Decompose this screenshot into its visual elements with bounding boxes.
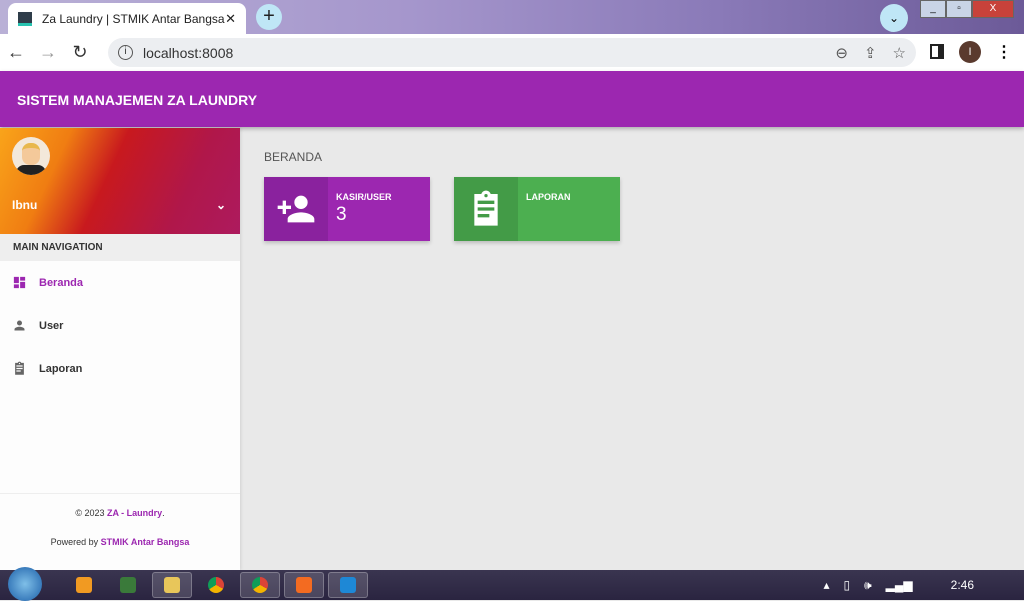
person-icon (14, 320, 25, 331)
url-text: localhost:8008 (143, 44, 234, 61)
company-link[interactable]: STMIK Antar Bangsa (101, 537, 190, 547)
minimize-button[interactable]: _ (920, 0, 946, 18)
dashboard-icon (13, 276, 26, 289)
person-add-icon (264, 177, 328, 241)
favicon-icon (18, 11, 32, 26)
forward-button[interactable]: → (32, 42, 64, 63)
side-panel-icon[interactable] (930, 44, 944, 59)
powered-text: Powered by (50, 537, 101, 547)
tray-expand-icon[interactable]: ▴ (823, 578, 829, 592)
system-tray: ▴ ▯ 🕪 ▂▄▆ 2:46 (823, 578, 974, 593)
user-avatar (12, 137, 50, 175)
vscode-icon[interactable] (328, 572, 368, 598)
dot: . (162, 508, 165, 518)
volume-icon[interactable]: 🕪 (864, 578, 872, 593)
power-icon[interactable]: ▯ (844, 578, 851, 592)
start-button[interactable] (8, 567, 42, 601)
browser-toolbar: ← → ↻ i localhost:8008 ⊖ ⇪ ☆ I ⋮ (0, 34, 1024, 71)
clock[interactable]: 2:46 (951, 578, 974, 592)
tab-title: Za Laundry | STMIK Antar Bangsa (42, 11, 225, 26)
sidebar-item-beranda[interactable]: Beranda (0, 261, 240, 304)
file-explorer-icon[interactable] (152, 572, 192, 598)
main-content: BERANDA KASIR/USER 3 LAPORAN (264, 150, 620, 241)
page-title: BERANDA (264, 150, 323, 164)
zoom-icon[interactable]: ⊖ (835, 44, 848, 62)
browser-tab-strip: Za Laundry | STMIK Antar Bangsa ✕ + ⌄ _ ▫ X (0, 0, 1024, 34)
sidebar-item-label: Beranda (39, 276, 84, 289)
xampp-icon[interactable] (284, 572, 324, 598)
info-box-value: 3 (336, 204, 347, 225)
close-tab-icon[interactable]: ✕ (225, 11, 236, 27)
app-title[interactable]: SISTEM MANAJEMEN ZA LAUNDRY (17, 92, 257, 108)
chrome-icon[interactable] (196, 572, 236, 598)
info-box-laporan[interactable]: LAPORAN (454, 177, 620, 241)
sidebar-item-label: Laporan (39, 362, 83, 375)
chrome-active-icon[interactable] (240, 572, 280, 598)
reload-button[interactable]: ↻ (64, 42, 96, 63)
back-button[interactable]: ← (0, 42, 32, 63)
user-name: Ibnu (12, 198, 38, 212)
app-header: SISTEM MANAJEMEN ZA LAUNDRY (0, 71, 1024, 127)
sidebar-item-label: User (39, 319, 64, 332)
address-bar[interactable]: i localhost:8008 ⊖ ⇪ ☆ (108, 38, 916, 67)
remote-desktop-icon[interactable] (108, 572, 148, 598)
info-box-kasir-user[interactable]: KASIR/USER 3 (264, 177, 430, 241)
sidebar-item-user[interactable]: User (0, 304, 240, 347)
media-player-icon[interactable] (64, 572, 104, 598)
clipboard-icon (454, 177, 518, 241)
sidebar-footer: © 2023 ZA - Laundry. Powered by STMIK An… (0, 493, 240, 570)
sidebar-item-laporan[interactable]: Laporan (0, 347, 240, 390)
maximize-button[interactable]: ▫ (946, 0, 972, 18)
new-tab-button[interactable]: + (256, 4, 282, 30)
brand-link[interactable]: ZA - Laundry (107, 508, 162, 518)
info-box-label: LAPORAN (526, 192, 571, 202)
info-box-label: KASIR/USER (336, 192, 392, 202)
chevron-down-icon[interactable]: ⌄ (216, 198, 226, 212)
info-icon[interactable]: i (118, 45, 133, 60)
browser-tab[interactable]: Za Laundry | STMIK Antar Bangsa ✕ (8, 3, 246, 34)
sidebar: Ibnu ⌄ MAIN NAVIGATION Beranda User Lapo… (0, 128, 240, 570)
share-icon[interactable]: ⇪ (864, 44, 877, 62)
close-window-button[interactable]: X (972, 0, 1014, 18)
menu-kebab-icon[interactable]: ⋮ (996, 42, 1012, 62)
copyright-text: © 2023 (75, 508, 107, 518)
profile-avatar[interactable]: I (959, 41, 981, 63)
windows-taskbar: ▴ ▯ 🕪 ▂▄▆ 2:46 (0, 567, 1024, 601)
bookmark-star-icon[interactable]: ☆ (893, 44, 906, 62)
signal-icon[interactable]: ▂▄▆ (886, 578, 913, 592)
nav-header: MAIN NAVIGATION (0, 234, 240, 261)
tab-search-button[interactable]: ⌄ (880, 4, 908, 32)
clipboard-icon (15, 361, 24, 375)
user-info: Ibnu ⌄ (0, 128, 240, 234)
